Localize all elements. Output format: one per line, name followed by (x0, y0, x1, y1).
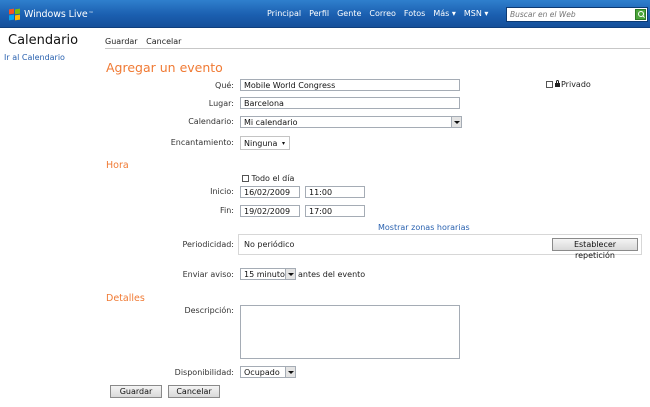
nav-perfil[interactable]: Perfil (309, 9, 329, 18)
save-button[interactable]: Guardar (110, 385, 162, 398)
search-icon[interactable] (635, 9, 646, 20)
lock-icon (555, 80, 560, 87)
toolbar-cancel-link[interactable]: Cancelar (146, 37, 181, 46)
chevron-down-icon[interactable] (285, 367, 295, 377)
toolbar-divider (105, 48, 650, 49)
periodicidad-value: No periódico (244, 240, 295, 249)
que-label: Qué: (215, 81, 234, 90)
hora-heading: Hora (106, 160, 129, 171)
set-recurrence-button[interactable]: Establecer repetición (552, 238, 638, 260)
todo-el-dia-option[interactable]: Todo el día (242, 174, 294, 183)
web-search (506, 7, 648, 22)
disponibilidad-label: Disponibilidad: (174, 368, 234, 377)
periodicidad-box: No periódico Establecer repetición (238, 234, 642, 260)
encantamiento-dropdown[interactable]: Ninguna ▾ (240, 136, 290, 150)
nav-mas[interactable]: Más ▾ (433, 9, 456, 18)
privado-checkbox[interactable] (546, 81, 553, 88)
aviso-label: Enviar aviso: (182, 270, 234, 279)
aviso-value: 15 minutos (244, 270, 290, 279)
top-nav: Principal Perfil Gente Correo Fotos Más … (267, 9, 496, 18)
fin-date-input[interactable]: 19/02/2009 (240, 205, 300, 217)
disponibilidad-value: Ocupado (244, 368, 280, 377)
inicio-time-input[interactable]: 11:00 (305, 186, 365, 198)
fin-time-input[interactable]: 17:00 (305, 205, 365, 217)
cancel-button[interactable]: Cancelar (168, 385, 220, 398)
todo-el-dia-checkbox[interactable] (242, 175, 249, 182)
detalles-heading: Detalles (106, 293, 145, 304)
disponibilidad-select[interactable]: Ocupado (240, 366, 296, 378)
nav-correo[interactable]: Correo (369, 9, 396, 18)
lugar-label: Lugar: (208, 99, 234, 108)
nav-fotos[interactable]: Fotos (404, 9, 425, 18)
page-title: Calendario (8, 33, 79, 48)
encantamiento-value: Ninguna (244, 139, 278, 148)
show-time-zones-link[interactable]: Mostrar zonas horarias (378, 223, 470, 232)
windows-live-logo[interactable]: Windows Live ™ (9, 7, 94, 21)
encantamiento-label: Encantamiento: (170, 138, 234, 147)
privado-option[interactable]: Privado (546, 80, 591, 89)
toolbar: Guardar Cancelar (105, 37, 187, 46)
go-to-calendar-link[interactable]: Ir al Calendario (4, 53, 65, 62)
privado-label: Privado (561, 80, 591, 89)
nav-msn[interactable]: MSN ▾ (464, 9, 489, 18)
descripcion-textarea[interactable] (240, 305, 460, 359)
chevron-down-icon[interactable] (285, 269, 295, 279)
calendario-value: Mi calendario (244, 118, 298, 127)
descripcion-label: Descripción: (184, 306, 234, 315)
calendario-label: Calendario: (188, 117, 234, 126)
lugar-input[interactable]: Barcelona (240, 97, 460, 109)
nav-principal[interactable]: Principal (267, 9, 301, 18)
inicio-date-input[interactable]: 16/02/2009 (240, 186, 300, 198)
windows-flag-icon (9, 8, 21, 20)
form-heading: Agregar un evento (106, 60, 223, 75)
periodicidad-label: Periodicidad: (182, 240, 234, 249)
chevron-down-icon: ▾ (281, 140, 285, 147)
aviso-suffix: antes del evento (298, 270, 366, 279)
top-bar: Windows Live ™ Principal Perfil Gente Cor… (0, 0, 650, 28)
toolbar-save-link[interactable]: Guardar (105, 37, 138, 46)
inicio-label: Inicio: (210, 187, 234, 196)
chevron-down-icon[interactable] (451, 117, 461, 127)
que-input[interactable]: Mobile World Congress (240, 79, 460, 91)
nav-gente[interactable]: Gente (337, 9, 361, 18)
calendario-select[interactable]: Mi calendario (240, 116, 462, 128)
search-input[interactable] (507, 8, 633, 21)
logo-text: Windows Live (24, 8, 88, 20)
aviso-select[interactable]: 15 minutos (240, 268, 296, 280)
fin-label: Fin: (219, 206, 234, 215)
todo-el-dia-label: Todo el día (251, 174, 295, 183)
